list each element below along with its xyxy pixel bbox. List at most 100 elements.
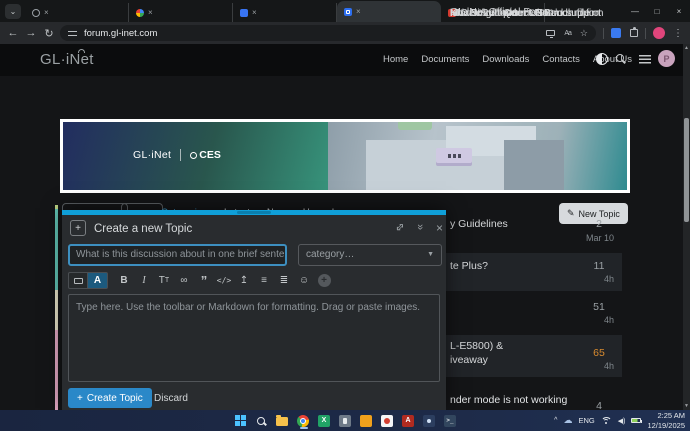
browser-menu-icon[interactable]: ⋮	[673, 28, 683, 39]
bookmark-star-icon[interactable]: ☆	[580, 28, 588, 39]
volume-icon[interactable]: ◀)	[618, 417, 626, 425]
bold-icon[interactable]: B	[114, 272, 134, 289]
topic-title-input[interactable]: What is this discussion about in one bri…	[68, 244, 287, 266]
create-topic-button[interactable]: + Create Topic	[68, 388, 152, 408]
site-logo[interactable]: GL·iNet	[40, 51, 94, 68]
collapse-composer-icon[interactable]: »	[414, 224, 426, 230]
page-scrollbar[interactable]: ▲ ▼	[683, 44, 690, 410]
topic-title[interactable]: te Plus?	[450, 260, 488, 272]
wifi-icon[interactable]	[601, 417, 612, 425]
extensions-puzzle-icon[interactable]	[630, 29, 638, 37]
close-composer-icon[interactable]: ×	[436, 221, 443, 235]
bulleted-list-icon[interactable]: ≡	[254, 272, 274, 289]
category-select[interactable]: category… ▼	[298, 244, 442, 266]
back-button[interactable]: ←	[4, 27, 22, 39]
app-button-gray[interactable]	[338, 412, 353, 429]
app-button-orange[interactable]	[359, 412, 374, 429]
theme-toggle-icon[interactable]	[596, 53, 608, 65]
language-indicator[interactable]: ENG	[578, 416, 594, 425]
hidden-icons-chevron[interactable]: ^	[554, 417, 557, 424]
nav-downloads[interactable]: Downloads	[482, 54, 529, 65]
topic-time: 4h	[570, 315, 614, 325]
topic-title[interactable]: nder mode is not working	[450, 394, 567, 406]
start-button[interactable]	[233, 412, 248, 429]
nav-documents[interactable]: Documents	[421, 54, 469, 65]
send-to-device-icon[interactable]	[546, 30, 555, 36]
app-button-navy[interactable]	[422, 412, 437, 429]
topic-title[interactable]: L-E5800) &	[450, 340, 503, 352]
forward-button[interactable]: →	[22, 27, 40, 39]
scroll-down-icon[interactable]: ▼	[683, 403, 690, 409]
browser-tab-active[interactable]: GL.iNet Official Forum ×	[337, 1, 441, 22]
ces-ring-icon	[190, 152, 197, 159]
blockquote-icon[interactable]: ”	[194, 272, 214, 289]
tab-close-icon[interactable]: ×	[148, 8, 153, 17]
excel-icon: X	[318, 415, 330, 427]
app-button-red[interactable]: A	[401, 412, 416, 429]
rich-text-mode-icon[interactable]: A	[88, 272, 108, 289]
browser-tab-2[interactable]: ls /dev/cdc-wdm*: No such file o ×	[129, 3, 233, 22]
user-avatar[interactable]: P	[658, 50, 675, 67]
expand-composer-icon[interactable]: ⇕	[392, 220, 408, 236]
url-text[interactable]: forum.gl-inet.com	[84, 28, 537, 39]
promo-banner[interactable]: GL·iNet CES	[60, 119, 630, 193]
folder-icon	[276, 417, 288, 426]
more-options-icon[interactable]: +	[314, 272, 334, 289]
topic-title[interactable]: y Guidelines	[450, 218, 508, 230]
browser-tab-1[interactable]: Kft n5i 2 modem USB ×	[25, 3, 129, 22]
discard-button[interactable]: Discard	[154, 393, 188, 404]
banner-product-photo	[328, 122, 627, 190]
new-topic-composer: + Create a new Topic ⇕ » × What is this …	[62, 210, 446, 410]
battery-icon[interactable]	[631, 418, 641, 423]
chrome-button[interactable]	[296, 412, 311, 429]
maximize-button[interactable]: □	[646, 7, 668, 16]
nav-contacts[interactable]: Contacts	[542, 54, 580, 65]
app-button-white-red[interactable]	[380, 412, 395, 429]
minimize-button[interactable]: —	[624, 7, 646, 16]
upload-icon[interactable]: ↥	[234, 272, 254, 289]
tab-close-icon[interactable]: ×	[44, 8, 49, 17]
search-icon[interactable]	[616, 54, 624, 62]
tab-close-icon[interactable]: ×	[252, 8, 257, 17]
caret-down-icon: ▼	[427, 245, 434, 265]
tab-search-button[interactable]: ⌄	[5, 4, 21, 19]
excel-button[interactable]: X	[317, 412, 332, 429]
close-window-button[interactable]: ×	[668, 7, 690, 16]
terminal-button[interactable]: >_	[443, 412, 458, 429]
url-bar[interactable]: forum.gl-inet.com Aa ☆	[60, 25, 596, 41]
nav-home[interactable]: Home	[383, 54, 408, 65]
translate-icon[interactable]: Aa	[564, 30, 571, 37]
banner-glinet-logo: GL·iNet	[133, 149, 171, 161]
extension-icon[interactable]	[611, 28, 621, 38]
taskbar-search-button[interactable]	[254, 412, 269, 429]
browser-tab-5[interactable]: How to get Quectel standard firm ×	[441, 3, 545, 22]
scrollbar-thumb[interactable]	[684, 118, 689, 222]
banner-logos: GL·iNet CES	[133, 149, 221, 161]
composer-grippie[interactable]	[237, 211, 271, 214]
category-color-stripe	[55, 209, 58, 290]
link-icon[interactable]: ∞	[174, 272, 194, 289]
code-icon[interactable]: </>	[214, 272, 234, 289]
site-logo-text: GL·iNet	[40, 51, 94, 68]
main-nav: Home Documents Downloads Contacts About …	[383, 54, 632, 65]
topic-body-textarea[interactable]: Type here. Use the toolbar or Markdown f…	[68, 294, 440, 382]
divider	[645, 28, 646, 39]
markdown-mode-icon[interactable]	[68, 272, 88, 289]
navy-app-icon	[423, 415, 435, 427]
onedrive-cloud-icon[interactable]: ☁	[563, 415, 572, 426]
scroll-up-icon[interactable]: ▲	[683, 45, 690, 51]
browser-tab-3[interactable]: M.2 Development Board support ×	[233, 3, 337, 22]
file-explorer-button[interactable]	[275, 412, 290, 429]
italic-icon[interactable]: I	[134, 272, 154, 289]
numbered-list-icon[interactable]: ≣	[274, 272, 294, 289]
emoji-icon[interactable]: ☺	[294, 272, 314, 289]
tab-close-icon[interactable]: ×	[356, 7, 361, 16]
topic-count: 65	[588, 347, 610, 359]
text-size-icon[interactable]: TT	[154, 272, 174, 289]
topic-title[interactable]: iveaway	[450, 354, 488, 366]
site-settings-icon[interactable]	[68, 30, 77, 37]
reload-button[interactable]: ↻	[40, 27, 58, 40]
hamburger-menu-icon[interactable]	[639, 55, 651, 64]
clock[interactable]: 2:25 AM 12/19/2025	[647, 411, 685, 430]
browser-profile-avatar[interactable]	[653, 27, 665, 39]
